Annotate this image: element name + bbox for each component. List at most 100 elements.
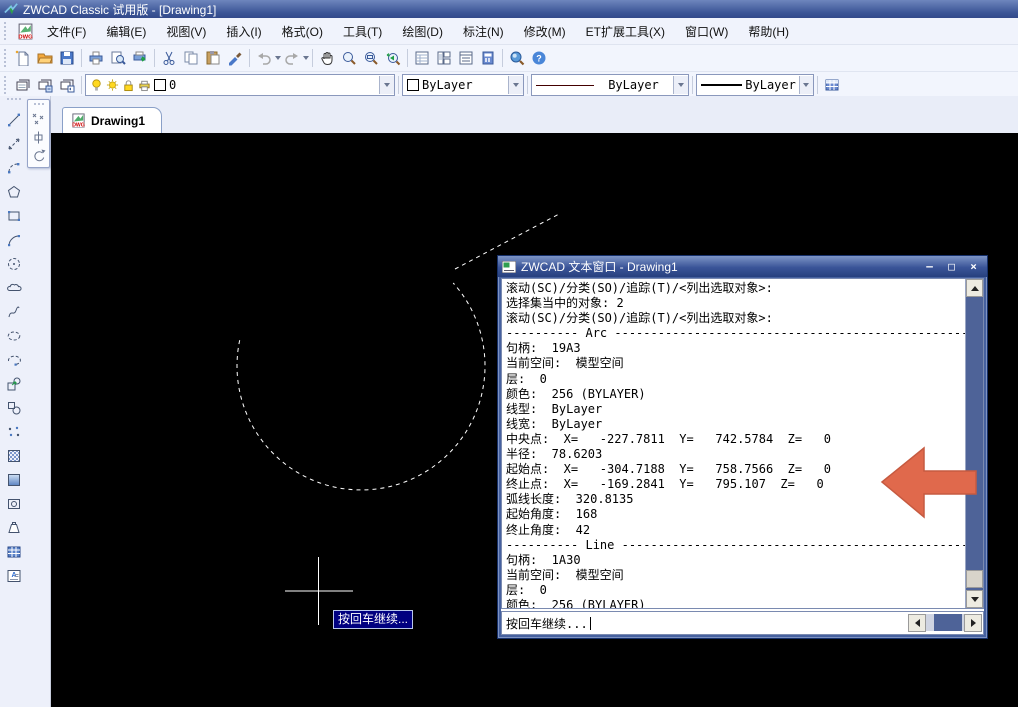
properties-palette-button[interactable] — [411, 47, 433, 69]
help-button[interactable]: ? — [528, 47, 550, 69]
line-button[interactable] — [5, 111, 22, 128]
menu-help[interactable]: 帮助(H) — [739, 20, 798, 43]
color-dropdown-button[interactable] — [508, 76, 523, 94]
paste-button[interactable] — [202, 47, 224, 69]
rectangle-button[interactable] — [5, 207, 22, 224]
mtext-button[interactable]: A — [5, 567, 22, 584]
left-panel: A — [0, 96, 51, 707]
menu-modify[interactable]: 修改(M) — [515, 20, 575, 43]
maximize-button[interactable]: □ — [943, 259, 960, 274]
svg-text:DWG: DWG — [18, 34, 33, 40]
match-properties-icon — [227, 50, 243, 66]
undo-button[interactable] — [253, 47, 275, 69]
scroll-down-button[interactable] — [966, 590, 983, 608]
zoom-window-button[interactable] — [360, 47, 382, 69]
mini-toolbar-grip — [34, 103, 44, 108]
text-window-title: ZWCAD 文本窗口 - Drawing1 — [521, 258, 916, 275]
ellipse-arc-button[interactable] — [5, 351, 22, 368]
command-tooltip: 按回车继续... — [333, 610, 413, 629]
polygon-button[interactable] — [5, 183, 22, 200]
tool-palettes-button[interactable] — [455, 47, 477, 69]
redo-dropdown[interactable] — [303, 56, 309, 60]
circle-button[interactable] — [5, 255, 22, 272]
scrollbar-thumb[interactable] — [966, 570, 983, 588]
ellipse-arc-icon — [6, 352, 22, 368]
find-button[interactable] — [506, 47, 528, 69]
table-button[interactable] — [5, 543, 22, 560]
command-input-row[interactable]: 按回车继续... — [501, 611, 984, 635]
selected-arc-entity[interactable] — [237, 283, 485, 490]
gradient-button[interactable] — [5, 471, 22, 488]
svg-text:A: A — [11, 572, 16, 579]
scroll-up-button[interactable] — [966, 279, 983, 297]
linetype-dropdown-button[interactable] — [673, 76, 688, 94]
h-scrollbar-thumb[interactable] — [934, 614, 962, 631]
polyline-icon — [6, 160, 22, 176]
zoom-realtime-button[interactable] — [338, 47, 360, 69]
menu-edit[interactable]: 编辑(E) — [97, 20, 155, 43]
layer-previous-button[interactable] — [56, 74, 78, 96]
tool-palettes-icon — [458, 50, 474, 66]
print-preview-button[interactable] — [107, 47, 129, 69]
spline-button[interactable] — [5, 303, 22, 320]
construction-line-button[interactable] — [5, 135, 22, 152]
publish-button[interactable] — [129, 47, 151, 69]
svg-text:DWG: DWG — [72, 123, 85, 128]
minimize-button[interactable]: – — [921, 259, 938, 274]
lineweight-dropdown-button[interactable] — [799, 76, 813, 94]
hatch-button[interactable] — [5, 447, 22, 464]
ellipse-button[interactable] — [5, 327, 22, 344]
menu-window[interactable]: 窗口(W) — [676, 20, 737, 43]
layer-properties-button[interactable] — [12, 74, 34, 96]
rotate-snap-button[interactable] — [31, 148, 46, 163]
arc-button[interactable] — [5, 231, 22, 248]
match-properties-button[interactable] — [224, 47, 246, 69]
make-block-button[interactable] — [5, 399, 22, 416]
menu-insert[interactable]: 插入(I) — [217, 20, 270, 43]
quick-calculator-button[interactable] — [477, 47, 499, 69]
menu-tools[interactable]: 工具(T) — [334, 20, 391, 43]
table-style-button[interactable] — [821, 74, 843, 96]
scroll-left-button[interactable] — [908, 614, 926, 632]
menu-dimension[interactable]: 标注(N) — [454, 20, 513, 43]
menu-view[interactable]: 视图(V) — [157, 20, 215, 43]
horizontal-scrollbar[interactable] — [908, 614, 982, 631]
text-window-titlebar[interactable]: ZWCAD 文本窗口 - Drawing1 – □ × — [498, 256, 987, 277]
scroll-right-button[interactable] — [964, 614, 982, 632]
save-button[interactable] — [56, 47, 78, 69]
dwg-document-icon[interactable]: DWG — [14, 20, 36, 42]
pan-button[interactable] — [316, 47, 338, 69]
region-button[interactable] — [5, 495, 22, 512]
menu-express-tools[interactable]: ET扩展工具(X) — [577, 20, 674, 43]
tab-drawing1[interactable]: DWG Drawing1 — [62, 107, 162, 133]
copy-button[interactable] — [180, 47, 202, 69]
layer-states-button[interactable] — [34, 74, 56, 96]
lineweight-combobox[interactable]: ByLayer — [696, 74, 814, 96]
print-button[interactable] — [85, 47, 107, 69]
menu-format[interactable]: 格式(O) — [273, 20, 332, 43]
h-scrollbar-track[interactable] — [926, 614, 964, 631]
midpoint-snap-button[interactable] — [31, 130, 46, 145]
new-button[interactable] — [12, 47, 34, 69]
menu-draw[interactable]: 绘图(D) — [393, 20, 452, 43]
design-center-button[interactable] — [433, 47, 455, 69]
osnap-icon — [31, 112, 46, 127]
color-combobox[interactable]: ByLayer — [402, 74, 524, 96]
point-button[interactable] — [5, 423, 22, 440]
osnap-button[interactable] — [31, 112, 46, 127]
layer-dropdown-button[interactable] — [379, 76, 394, 94]
close-button[interactable]: × — [965, 259, 982, 274]
layers-toolbar: 0 ByLayer ByLayer ByLayer — [0, 72, 1018, 99]
open-button[interactable] — [34, 47, 56, 69]
insert-block-button[interactable] — [5, 375, 22, 392]
redo-button[interactable] — [281, 47, 303, 69]
revision-cloud-button[interactable] — [5, 279, 22, 296]
cut-button[interactable] — [158, 47, 180, 69]
polyline-button[interactable] — [5, 159, 22, 176]
linetype-combobox[interactable]: ByLayer — [531, 74, 689, 96]
table-icon — [6, 544, 22, 560]
menu-file[interactable]: 文件(F) — [38, 20, 95, 43]
zoom-previous-button[interactable] — [382, 47, 404, 69]
wipeout-button[interactable] — [5, 519, 22, 536]
layer-combobox[interactable]: 0 — [85, 74, 395, 96]
